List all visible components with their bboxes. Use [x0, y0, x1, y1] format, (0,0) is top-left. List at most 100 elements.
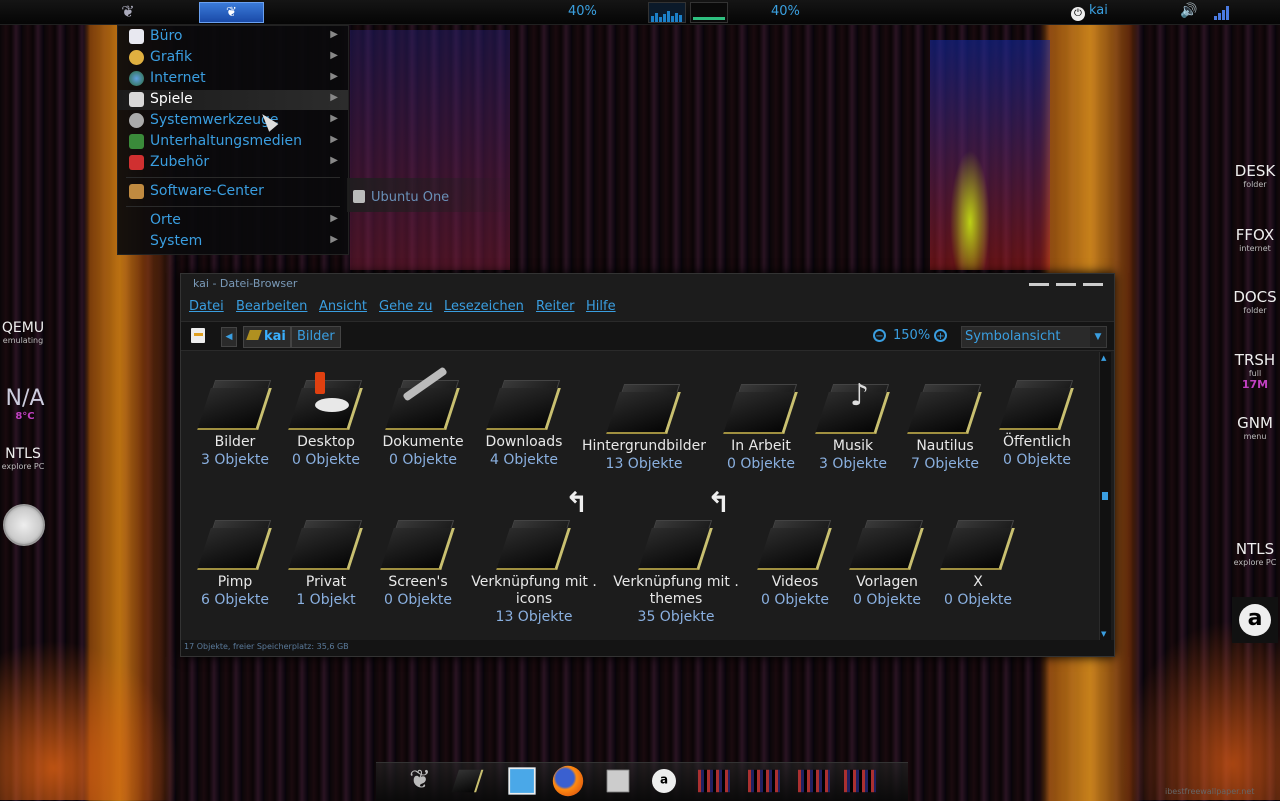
globe-icon [129, 71, 144, 86]
dock-pointer-icon[interactable] [508, 767, 536, 795]
menu-help[interactable]: Hilfe [586, 299, 616, 314]
folder-count: 13 Objekte [605, 456, 683, 472]
folder-item[interactable]: Desktop 0 Objekte [276, 372, 376, 469]
clock-widget [3, 504, 45, 546]
folder-item[interactable]: Downloads 4 Objekte [474, 376, 574, 469]
scrollbar-thumb[interactable] [1102, 492, 1108, 500]
scroll-down-icon[interactable]: ▼ [1101, 630, 1106, 638]
desktop-widget-desk[interactable]: DESK folder [1230, 162, 1280, 189]
folder-item[interactable]: Vorlagen 0 Objekte [837, 516, 937, 609]
scroll-up-icon[interactable]: ▲ [1101, 354, 1106, 362]
edit-location-icon[interactable] [191, 328, 205, 343]
folder-icon [723, 380, 798, 436]
folder-item[interactable]: X 0 Objekte [928, 516, 1028, 609]
folder-item[interactable]: Videos 0 Objekte [745, 516, 845, 609]
menu-go[interactable]: Gehe zu [379, 299, 433, 314]
menu-item-graphics[interactable]: Grafik ▶ [118, 48, 348, 68]
desktop-widget-ntls-left[interactable]: NTLS explore PC [0, 446, 46, 471]
desktop-widget-qemu[interactable]: QEMU emulating [0, 320, 46, 345]
folder-name: In Arbeit [731, 438, 791, 454]
folder-item[interactable]: Privat 1 Objekt [276, 516, 376, 609]
menu-file[interactable]: Datei [189, 299, 224, 314]
dropdown-arrow-icon: ▼ [1090, 327, 1106, 347]
memory-graph[interactable] [690, 2, 728, 23]
menu-item-places[interactable]: Orte ▶ [118, 211, 348, 231]
maximize-icon[interactable] [1056, 283, 1076, 286]
weather-widget[interactable]: N/A 8°C [4, 386, 46, 422]
desktop-widget-docs[interactable]: DOCS folder [1230, 288, 1280, 315]
folder-count: 3 Objekte [819, 456, 887, 472]
desktop-widget-gnm[interactable]: GNM menu [1230, 414, 1280, 441]
menu-item-system-tools[interactable]: Systemwerkzeuge ▶ [118, 111, 348, 131]
wallpaper-glow-purple [350, 30, 510, 270]
volume-icon[interactable]: 🔊 [1180, 3, 1197, 19]
view-mode-select[interactable]: Symbolansicht ▼ [961, 326, 1107, 348]
dock-folder-icon[interactable] [451, 769, 484, 793]
menu-item-internet[interactable]: Internet ▶ [118, 69, 348, 89]
folder-name: Verknüpfung mit . themes [613, 574, 739, 607]
minimize-icon[interactable] [1029, 283, 1049, 286]
gnome-foot-menu-icon[interactable]: ❦ [117, 2, 139, 22]
close-icon[interactable] [1083, 283, 1103, 286]
desktop-widget-ntls-right[interactable]: NTLS explore PC [1230, 540, 1280, 567]
dock-window-thumbnail-1[interactable] [698, 769, 730, 793]
launcher-a-widget[interactable]: a [1232, 597, 1278, 643]
breadcrumb-back-button[interactable]: ◀ [221, 327, 237, 347]
menu-item-office[interactable]: Büro ▶ [118, 27, 348, 47]
folder-item[interactable]: ♪ Musik 3 Objekte [803, 372, 903, 473]
folder-name: Bilder [214, 434, 256, 450]
folder-item[interactable]: ↰ Verknüpfung mit . themes 35 Objekte [613, 486, 739, 626]
cpu-graph[interactable] [648, 2, 686, 23]
window-title: kai - Datei-Browser [193, 277, 298, 290]
folder-item[interactable]: In Arbeit 0 Objekte [711, 380, 811, 473]
folder-item[interactable]: Hintergrundbilder 13 Objekte [579, 380, 709, 473]
desktop-widget-trash[interactable]: TRSH full 17M [1230, 351, 1280, 391]
breadcrumb-home[interactable]: kai [243, 326, 291, 348]
zoom-out-icon[interactable]: − [873, 329, 886, 342]
widget-title: TRSH [1234, 351, 1276, 369]
menu-item-accessories[interactable]: Zubehör ▶ [118, 153, 348, 173]
network-signal-icon[interactable] [1214, 4, 1230, 20]
wallpaper-glow-green [950, 150, 990, 270]
menu-item-label: Internet [150, 70, 206, 86]
folder-item[interactable]: Dokumente 0 Objekte [373, 366, 473, 469]
menu-view[interactable]: Ansicht [319, 299, 367, 314]
folder-item[interactable]: Pimp 6 Objekte [185, 516, 285, 609]
widget-subtitle: explore PC [1, 462, 45, 471]
submenu-ubuntu-one[interactable]: Ubuntu One [347, 178, 517, 212]
gear-icon [129, 113, 144, 128]
dock-window-thumbnail-4[interactable] [844, 769, 876, 793]
folder-item[interactable]: ↰ Verknüpfung mit . icons 13 Objekte [471, 486, 597, 626]
folder-item[interactable]: Öffentlich 0 Objekte [987, 376, 1087, 469]
folder-item[interactable]: Bilder 3 Objekte [185, 376, 285, 469]
folder-count: 0 Objekte [853, 592, 921, 608]
folder-icon [999, 376, 1074, 432]
vertical-scrollbar[interactable]: ▲ ▼ [1099, 352, 1111, 640]
menu-tabs[interactable]: Reiter [536, 299, 575, 314]
menu-item-media[interactable]: Unterhaltungsmedien ▶ [118, 132, 348, 152]
folder-item[interactable]: Nautilus 7 Objekte [895, 380, 995, 473]
breadcrumb-current[interactable]: Bilder [291, 326, 341, 348]
folder-count: 7 Objekte [911, 456, 979, 472]
dock-firefox-icon[interactable] [552, 765, 584, 797]
desktop-widget-ffox[interactable]: FFOX internet [1230, 226, 1280, 253]
menu-item-software-center[interactable]: Software-Center [118, 182, 348, 202]
widget-subtitle: folder [1243, 306, 1267, 315]
trash-size: 17M [1241, 378, 1269, 391]
menu-edit[interactable]: Bearbeiten [236, 299, 307, 314]
user-menu[interactable]: ⏻ kai [1071, 3, 1108, 21]
dock-a-icon[interactable]: a [652, 769, 676, 793]
dock-gnome-foot-icon[interactable]: ❦ [404, 765, 436, 797]
software-center-icon [129, 184, 144, 199]
menu-item-system[interactable]: System ▶ [118, 232, 348, 252]
menu-item-games[interactable]: Spiele ▶ [118, 90, 348, 110]
dock-file-cabinet-icon[interactable] [606, 769, 630, 793]
dock-window-thumbnail-2[interactable] [748, 769, 780, 793]
taskbar-window-button[interactable]: ❦ [199, 2, 264, 23]
menu-bookmarks[interactable]: Lesezeichen [444, 299, 524, 314]
submenu-arrow-icon: ▶ [330, 155, 338, 166]
folder-item[interactable]: Screen's 0 Objekte [368, 516, 468, 609]
zoom-in-icon[interactable]: + [934, 329, 947, 342]
dock-window-thumbnail-3[interactable] [798, 769, 830, 793]
file-browser-window: kai - Datei-Browser Datei Bearbeiten Ans… [180, 273, 1115, 657]
